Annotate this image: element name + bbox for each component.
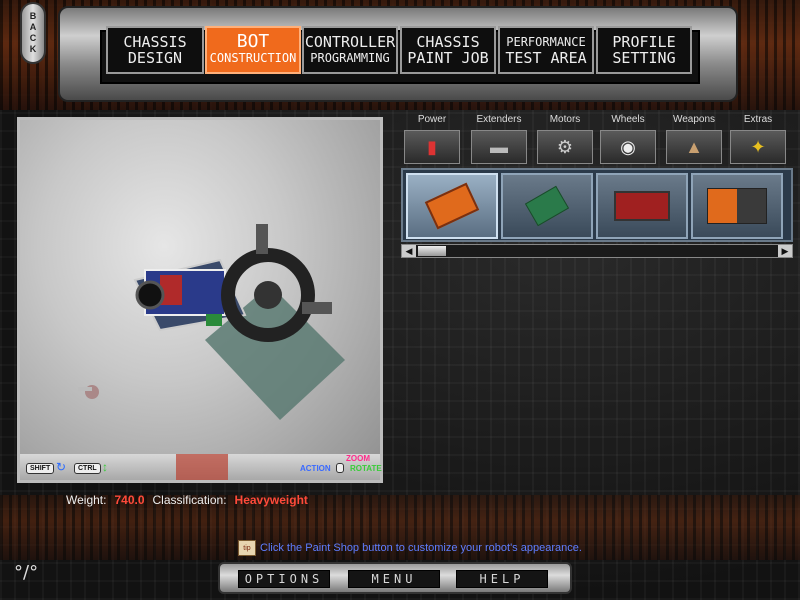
menu-button[interactable]: MENU: [348, 570, 440, 588]
tab-label-line1: PERFORMANCE: [506, 35, 586, 49]
orange-battery-icon: [424, 182, 480, 230]
zoom-label: ZOOM: [346, 454, 370, 463]
tab-controller-programming[interactable]: CONTROLLER PROGRAMMING: [302, 26, 398, 74]
tab-label-line1: PROFILE: [612, 33, 676, 51]
tab-chassis-paint-job[interactable]: CHASSIS PAINT JOB: [400, 26, 496, 74]
scroll-right-arrow-icon[interactable]: ▶: [778, 245, 792, 257]
part-battery-cells[interactable]: [691, 173, 783, 239]
tab-label-line1: BOT: [236, 31, 270, 52]
tab-label-line1: CHASSIS: [416, 33, 480, 51]
category-button-extenders[interactable]: ▬: [471, 130, 527, 164]
part-category-bar: Power Extenders Motors Wheels Weapons Ex…: [402, 114, 792, 166]
part-red-battery-block[interactable]: [596, 173, 688, 239]
ctrl-key-label: CTRL: [74, 463, 101, 474]
shift-key-label: SHIFT: [26, 463, 55, 474]
red-battery-icon: [614, 191, 670, 221]
tab-performance-test-area[interactable]: PERFORMANCE TEST AREA: [498, 26, 594, 74]
tab-chassis-design[interactable]: CHASSIS DESIGN: [106, 26, 204, 74]
parts-scrollbar[interactable]: ◀ ▶: [401, 244, 793, 258]
circuit-board-icon: [524, 185, 570, 227]
category-button-extras[interactable]: ✦: [730, 130, 786, 164]
tab-profile-setting[interactable]: PROFILE SETTING: [596, 26, 692, 74]
bottom-button-bar: OPTIONS MENU HELP: [218, 562, 572, 594]
category-label-power: Power: [417, 114, 447, 125]
category-button-power[interactable]: ▮: [404, 130, 460, 164]
category-button-motors[interactable]: ⚙: [537, 130, 593, 164]
scroll-left-arrow-icon[interactable]: ◀: [402, 245, 416, 257]
tab-label-line1: CHASSIS: [123, 33, 187, 51]
scroll-thumb[interactable]: [418, 246, 446, 256]
extras-icon: ✦: [750, 136, 766, 157]
help-button[interactable]: HELP: [456, 570, 548, 588]
classification-value: Heavyweight: [234, 493, 308, 507]
bot-3d-viewport[interactable]: SHIFT ↻ CTRL ↕ ACTION ZOOM ROTATE: [17, 117, 383, 483]
classification-label: Classification:: [152, 493, 227, 507]
rotate-label: ROTATE: [350, 464, 382, 473]
weight-value: 740.0: [114, 493, 145, 507]
vertical-arrow-icon: ↕: [102, 460, 108, 474]
tab-label-line2: PAINT JOB: [407, 49, 489, 67]
back-button[interactable]: BACK: [20, 2, 46, 64]
rotate-arrow-icon: ↻: [56, 460, 67, 474]
category-button-weapons[interactable]: ▲: [666, 130, 722, 164]
tab-label-line2: DESIGN: [127, 49, 183, 67]
part-orange-battery-pack[interactable]: [406, 173, 498, 239]
tab-label-line2: CONSTRUCTION: [209, 51, 297, 65]
extender-bar-icon: ▬: [490, 136, 508, 157]
tab-label-line2: SETTING: [612, 49, 676, 67]
parts-list: [401, 168, 793, 242]
action-label: ACTION: [300, 464, 331, 473]
robot-model[interactable]: [20, 120, 380, 454]
mouse-icon: [336, 463, 344, 473]
wheel-icon: ◉: [620, 136, 636, 157]
category-label-weapons: Weapons: [672, 114, 716, 125]
tip-text: Click the Paint Shop button to customize…: [260, 542, 582, 554]
battery-cells-icon: [707, 188, 767, 224]
tab-label-line2: PROGRAMMING: [310, 51, 390, 65]
tab-label-line2: TEST AREA: [505, 49, 587, 67]
tip-message: tip Click the Paint Shop button to custo…: [238, 540, 582, 556]
tab-bot-construction[interactable]: BOT CONSTRUCTION: [205, 26, 301, 74]
weight-label: Weight:: [66, 493, 107, 507]
options-button[interactable]: OPTIONS: [238, 570, 330, 588]
category-label-wheels: Wheels: [611, 114, 645, 125]
category-label-extenders: Extenders: [476, 114, 522, 125]
paint-shop-button[interactable]: [176, 454, 228, 480]
bot-stats: Weight: 740.0 Classification: Heavyweigh…: [66, 493, 308, 507]
viewport-control-bar: SHIFT ↻ CTRL ↕ ACTION ZOOM ROTATE: [20, 454, 382, 480]
tab-label-line1: CONTROLLER: [304, 33, 396, 51]
category-label-motors: Motors: [549, 114, 581, 125]
battery-icon: ▮: [427, 136, 437, 157]
loading-indicator-icon: °/°: [14, 562, 39, 583]
category-button-wheels[interactable]: ◉: [600, 130, 656, 164]
motor-icon: ⚙: [556, 136, 574, 157]
category-label-extras: Extras: [743, 114, 773, 125]
part-green-circuit-board[interactable]: [501, 173, 593, 239]
tip-note-icon: tip: [238, 540, 256, 556]
weapon-icon: ▲: [685, 136, 703, 157]
